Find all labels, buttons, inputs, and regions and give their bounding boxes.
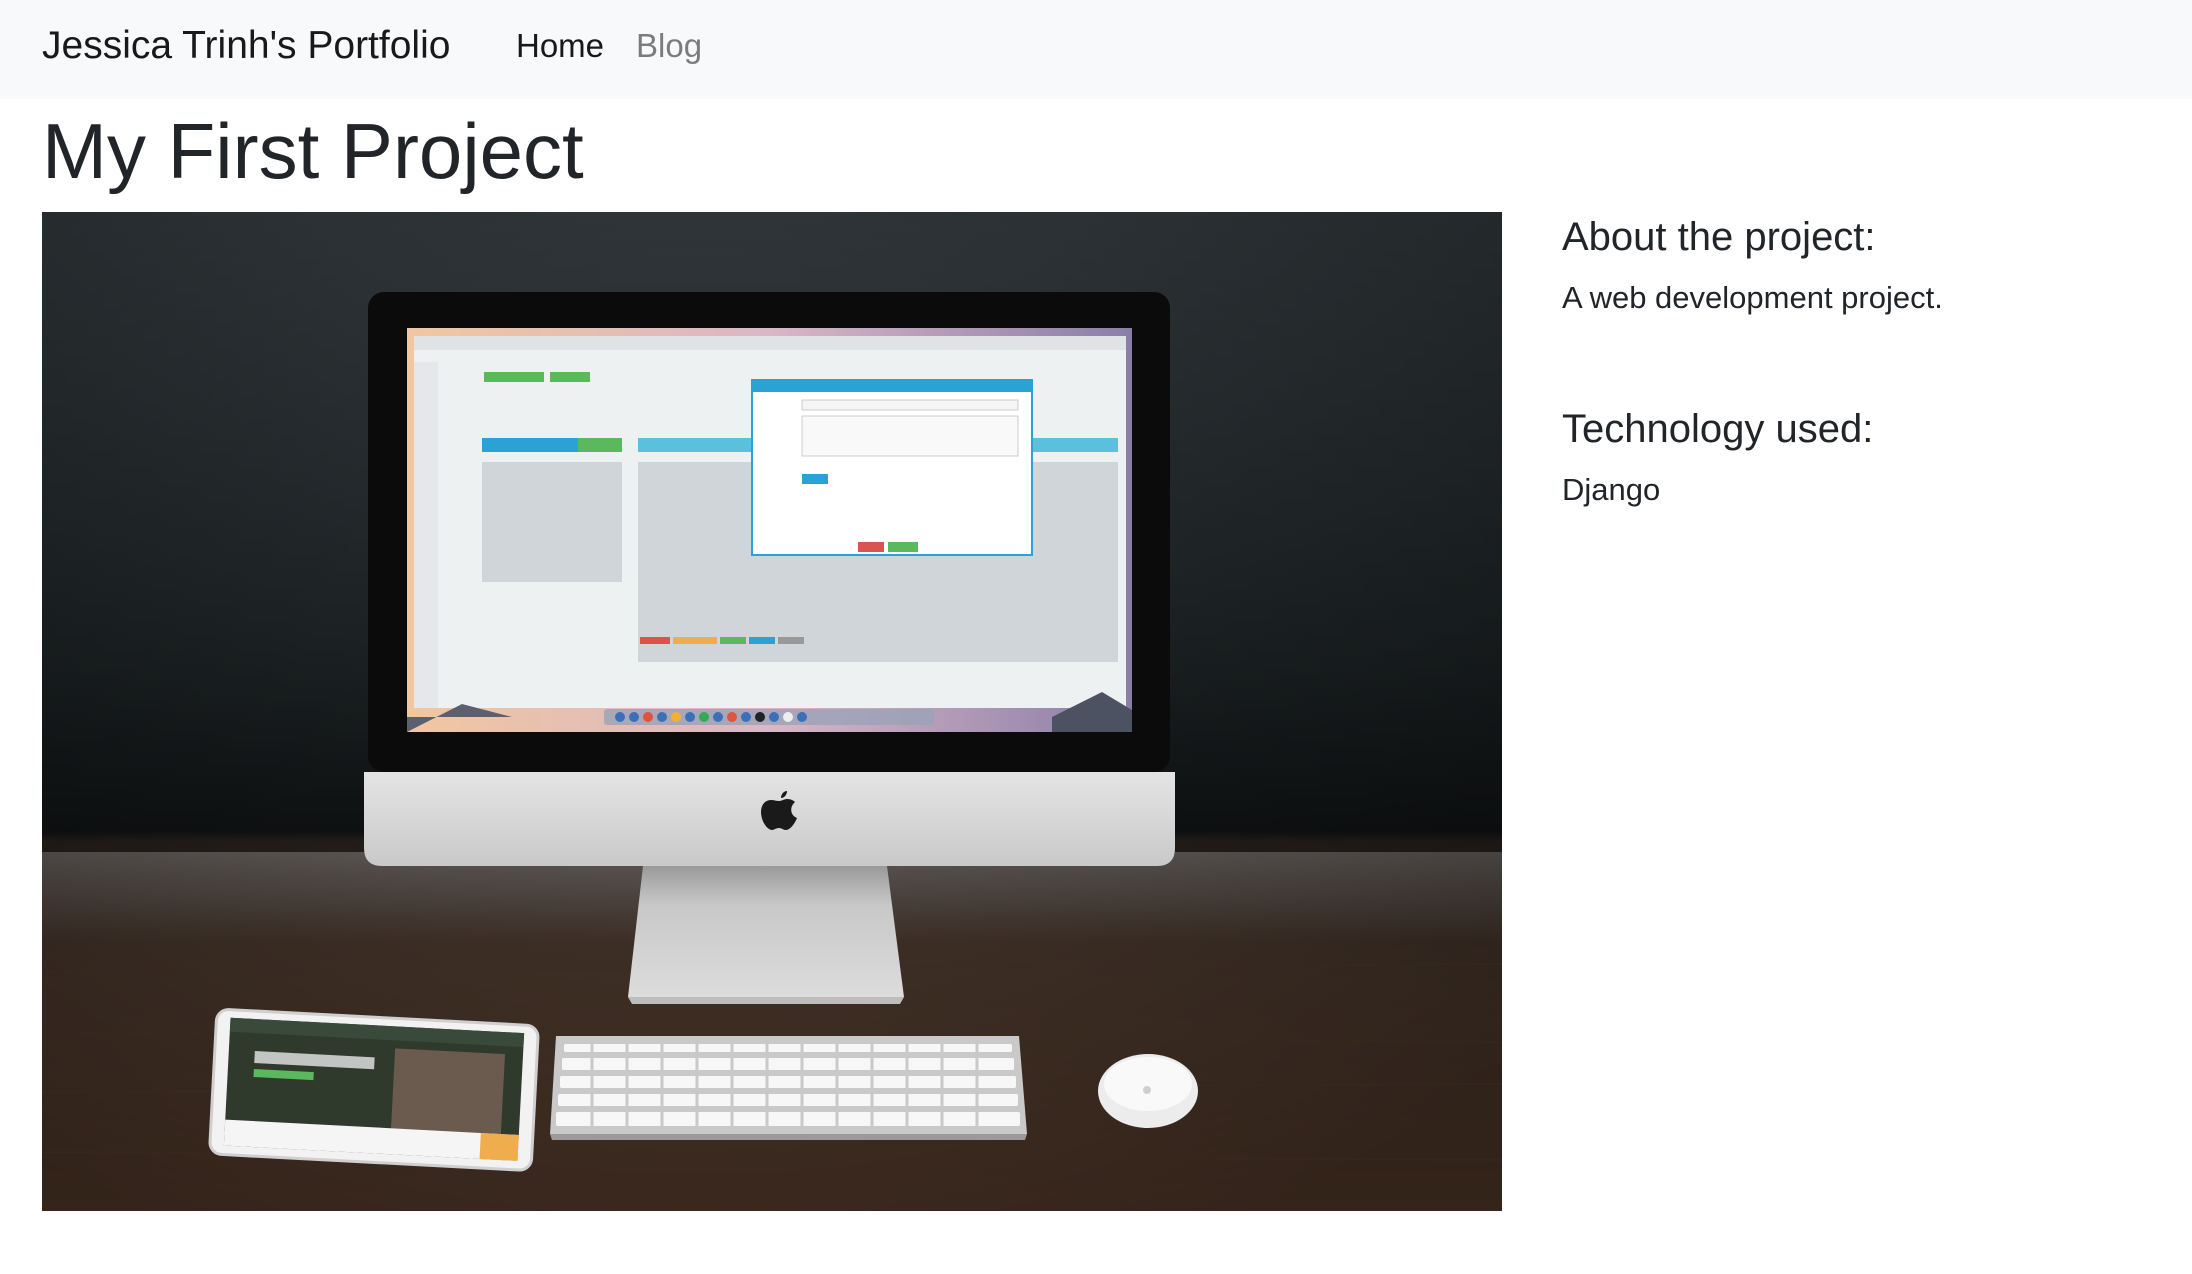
project-sidebar: About the project: A web development pro…: [1562, 212, 2162, 512]
navbar-brand[interactable]: Jessica Trinh's Portfolio: [42, 24, 450, 68]
technology-text: Django: [1562, 472, 1661, 507]
about-text: A web development project.: [1562, 280, 1943, 315]
page-title: My First Project: [42, 107, 584, 195]
technology-heading: Technology used:: [1562, 407, 1874, 451]
nav-link-home[interactable]: Home: [516, 24, 604, 68]
about-heading: About the project:: [1562, 215, 1876, 259]
navbar: Jessica Trinh's Portfolio Home Blog: [0, 0, 2192, 99]
nav-links: Home Blog: [516, 24, 702, 68]
nav-link-blog[interactable]: Blog: [636, 24, 702, 68]
technology-section: Technology used: Django: [1562, 404, 2162, 512]
project-image: [42, 212, 1502, 1211]
